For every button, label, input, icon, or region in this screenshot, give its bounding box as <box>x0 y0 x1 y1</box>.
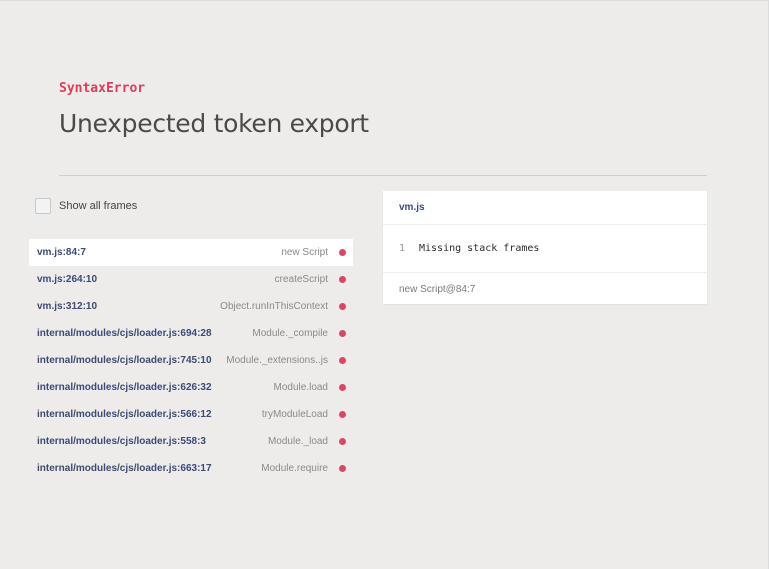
error-type: SyntaxError <box>59 81 146 96</box>
show-all-frames-checkbox[interactable] <box>35 198 51 214</box>
frame-method: tryModuleLoad <box>261 409 328 420</box>
frame-method: Module._compile <box>252 328 328 339</box>
show-all-frames-toggle[interactable]: Show all frames <box>35 198 137 214</box>
error-page: SyntaxError Unexpected token export Show… <box>0 0 769 569</box>
line-code: Missing stack frames <box>419 243 540 254</box>
frame-method: Module.require <box>261 463 328 474</box>
frame-file: vm.js:264:10 <box>37 274 98 285</box>
code-line: 1 Missing stack frames <box>383 225 707 273</box>
frame-marker-dot-icon <box>339 249 346 256</box>
frame-marker-dot-icon <box>339 357 346 364</box>
frame-file: internal/modules/cjs/loader.js:694:28 <box>37 328 212 339</box>
line-number: 1 <box>399 243 406 254</box>
code-preview-panel: vm.js 1 Missing stack frames new Script@… <box>383 191 707 304</box>
frame-method: new Script <box>281 247 328 258</box>
stack-frame[interactable]: internal/modules/cjs/loader.js:626:32 Mo… <box>29 374 353 401</box>
stack-frame[interactable]: vm.js:264:10 createScript <box>29 266 353 293</box>
stack-frame[interactable]: internal/modules/cjs/loader.js:663:17 Mo… <box>29 455 353 482</box>
frame-marker-dot-icon <box>339 303 346 310</box>
frame-file: internal/modules/cjs/loader.js:663:17 <box>37 463 212 474</box>
stack-frame[interactable]: vm.js:312:10 Object.runInThisContext <box>29 293 353 320</box>
divider <box>59 175 707 176</box>
stack-frame[interactable]: internal/modules/cjs/loader.js:566:12 tr… <box>29 401 353 428</box>
frame-method: Object.runInThisContext <box>220 301 328 312</box>
frame-file: internal/modules/cjs/loader.js:558:3 <box>37 436 206 447</box>
frame-marker-dot-icon <box>339 276 346 283</box>
frame-method: createScript <box>274 274 328 285</box>
frame-marker-dot-icon <box>339 384 346 391</box>
frame-file: internal/modules/cjs/loader.js:626:32 <box>37 382 212 393</box>
stack-frame[interactable]: internal/modules/cjs/loader.js:694:28 Mo… <box>29 320 353 347</box>
frame-marker-dot-icon <box>339 330 346 337</box>
frame-method: Module._extensions..js <box>226 355 328 366</box>
stack-frame[interactable]: internal/modules/cjs/loader.js:558:3 Mod… <box>29 428 353 455</box>
frame-file: vm.js:84:7 <box>37 247 86 258</box>
code-panel-footer: new Script@84:7 <box>399 283 476 295</box>
code-panel-filename: vm.js <box>383 191 707 225</box>
frame-marker-dot-icon <box>339 438 346 445</box>
error-message: Unexpected token export <box>59 109 369 138</box>
frame-method: Module.load <box>273 382 328 393</box>
frame-file: vm.js:312:10 <box>37 301 98 312</box>
frame-marker-dot-icon <box>339 465 346 472</box>
frame-marker-dot-icon <box>339 411 346 418</box>
frame-file: internal/modules/cjs/loader.js:566:12 <box>37 409 212 420</box>
frame-file: internal/modules/cjs/loader.js:745:10 <box>37 355 212 366</box>
stack-frame[interactable]: vm.js:84:7 new Script <box>29 239 353 266</box>
frame-method: Module._load <box>267 436 328 447</box>
show-all-frames-label: Show all frames <box>59 200 138 212</box>
stack-frames-list: vm.js:84:7 new Script vm.js:264:10 creat… <box>29 239 353 482</box>
stack-frame[interactable]: internal/modules/cjs/loader.js:745:10 Mo… <box>29 347 353 374</box>
